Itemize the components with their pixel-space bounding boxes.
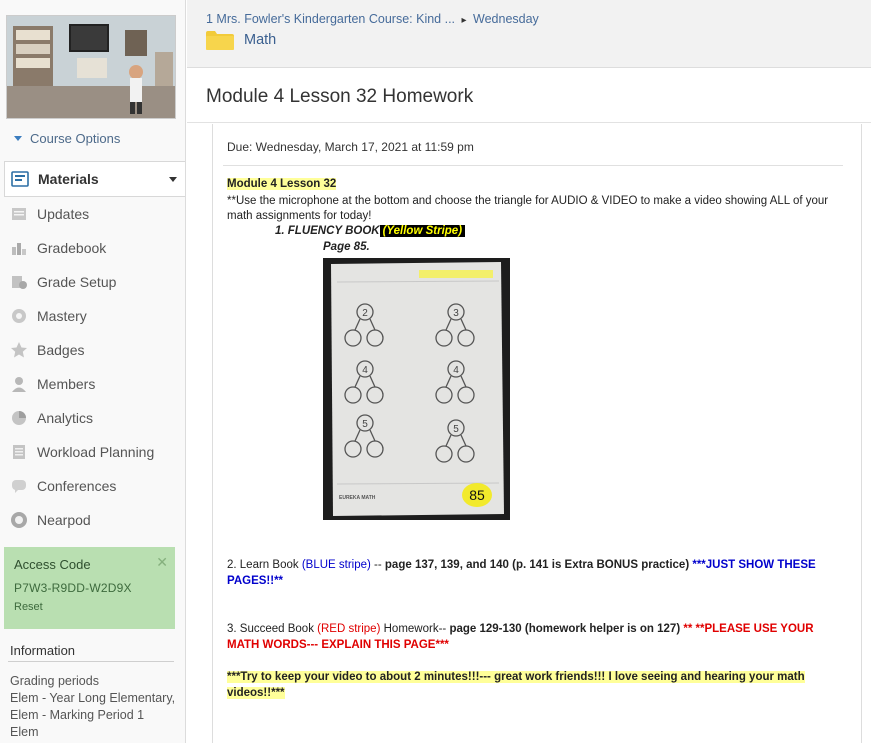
members-icon — [10, 375, 28, 393]
nav-item-label: Updates — [37, 206, 90, 222]
nav-item-label: Badges — [37, 342, 85, 358]
nav-item-conferences[interactable]: Conferences — [4, 469, 185, 503]
nav-item-label: Grade Setup — [37, 274, 117, 290]
nav-item-mastery[interactable]: Mastery — [4, 299, 185, 333]
information-list: Grading periods Elem - Year Long Element… — [10, 673, 175, 741]
conferences-icon — [10, 477, 28, 495]
course-cover-image[interactable] — [6, 15, 176, 119]
grade-setup-icon — [10, 273, 28, 291]
breadcrumb-course-link[interactable]: 1 Mrs. Fowler's Kindergarten Course: Kin… — [206, 12, 455, 26]
page-title-bar: Module 4 Lesson 32 Homework — [187, 69, 871, 123]
nav-item-label: Materials — [38, 171, 99, 187]
nearpod-icon — [10, 511, 28, 529]
breadcrumb-folder-link[interactable]: Wednesday — [473, 12, 539, 26]
badges-icon — [10, 341, 28, 359]
workload-icon — [10, 443, 28, 461]
course-sidebar: Course Options Materials Updates Gradebo… — [0, 0, 186, 743]
caret-down-icon — [14, 136, 22, 141]
folder-icon — [206, 30, 234, 50]
nav-item-updates[interactable]: Updates — [4, 197, 185, 231]
nav-item-label: Nearpod — [37, 512, 91, 528]
info-line: Elem - Marking Period 1 — [10, 708, 145, 722]
worksheet-number: 5 — [453, 424, 459, 435]
worksheet-number: 3 — [453, 308, 459, 319]
breadcrumb: 1 Mrs. Fowler's Kindergarten Course: Kin… — [206, 12, 539, 26]
nav-item-members[interactable]: Members — [4, 367, 185, 401]
folder-title: Math — [244, 32, 277, 48]
yellow-stripe-tag: (Yellow Stripe) — [379, 225, 466, 237]
updates-icon — [10, 205, 28, 223]
breadcrumb-separator-icon: ▸ — [461, 15, 467, 26]
course-options-label: Course Options — [30, 131, 121, 146]
item2-text: 2. Learn Book (BLUE stripe) -- page 137,… — [227, 559, 816, 587]
access-code-value: P7W3-R9DD-W2D9X — [14, 581, 132, 595]
intro-text: **Use the microphone at the bottom and c… — [227, 195, 829, 222]
item1-line: 1. FLUENCY BOOK (Yellow Stripe) — [275, 225, 466, 237]
nav-item-nearpod[interactable]: Nearpod — [4, 503, 185, 537]
closing-note: ***Try to keep your video to about 2 min… — [227, 671, 805, 699]
item3-text: 3. Succeed Book (RED stripe) Homework-- … — [227, 623, 814, 651]
nav-item-grade-setup[interactable]: Grade Setup — [4, 265, 185, 299]
worksheet-brand: EUREKA MATH — [339, 495, 376, 501]
worksheet-number: 2 — [362, 308, 368, 319]
assignment-content: Due: Wednesday, March 17, 2021 at 11:59 … — [212, 124, 862, 743]
nav-item-label: Mastery — [37, 308, 87, 324]
close-icon[interactable]: ✕ — [156, 554, 168, 571]
nav-item-workload-planning[interactable]: Workload Planning — [4, 435, 185, 469]
info-line: Grading periods — [10, 674, 99, 688]
page-title: Module 4 Lesson 32 Homework — [206, 86, 474, 107]
lesson-heading: Module 4 Lesson 32 — [227, 178, 337, 190]
nav-item-badges[interactable]: Badges — [4, 333, 185, 367]
info-line: Elem - Year Long Elementary, — [10, 691, 176, 705]
access-code-reset-link[interactable]: Reset — [14, 601, 165, 613]
information-heading: Information — [10, 643, 76, 658]
info-line: Elem — [10, 725, 39, 739]
nav-item-label: Members — [37, 376, 96, 392]
analytics-icon — [10, 409, 28, 427]
mastery-icon — [10, 307, 28, 325]
course-nav: Materials Updates Gradebook Grade Setup … — [4, 161, 185, 537]
gradebook-icon — [10, 239, 28, 257]
nav-item-analytics[interactable]: Analytics — [4, 401, 185, 435]
worksheet-photo[interactable]: 2 3 4 4 5 5 EUREKA MATH 85 — [323, 258, 510, 520]
worksheet-number: 5 — [362, 419, 368, 430]
worksheet-number: 4 — [362, 365, 368, 376]
access-code-title: Access Code — [14, 557, 91, 572]
folder-header[interactable]: Math — [206, 30, 276, 50]
nav-item-gradebook[interactable]: Gradebook — [4, 231, 185, 265]
divider — [223, 165, 843, 166]
worksheet-page-number: 85 — [469, 487, 485, 503]
nav-item-label: Gradebook — [37, 240, 107, 256]
item1-page: Page 85. — [323, 241, 370, 253]
due-date: Due: Wednesday, March 17, 2021 at 11:59 … — [227, 140, 474, 154]
breadcrumb-bar: 1 Mrs. Fowler's Kindergarten Course: Kin… — [187, 0, 871, 68]
divider — [8, 661, 174, 662]
dropdown-arrow-icon[interactable] — [169, 177, 177, 182]
worksheet-number: 4 — [453, 365, 459, 376]
materials-icon — [11, 170, 29, 188]
course-options-toggle[interactable]: Course Options — [14, 131, 120, 146]
nav-item-materials[interactable]: Materials — [4, 161, 185, 197]
access-code-panel: Access Code P7W3-R9DD-W2D9X Reset ✕ — [4, 547, 175, 629]
nav-item-label: Conferences — [37, 478, 117, 494]
app-window: Course Options Materials Updates Gradebo… — [0, 0, 871, 743]
nav-item-label: Analytics — [37, 410, 94, 426]
nav-item-label: Workload Planning — [37, 444, 155, 460]
